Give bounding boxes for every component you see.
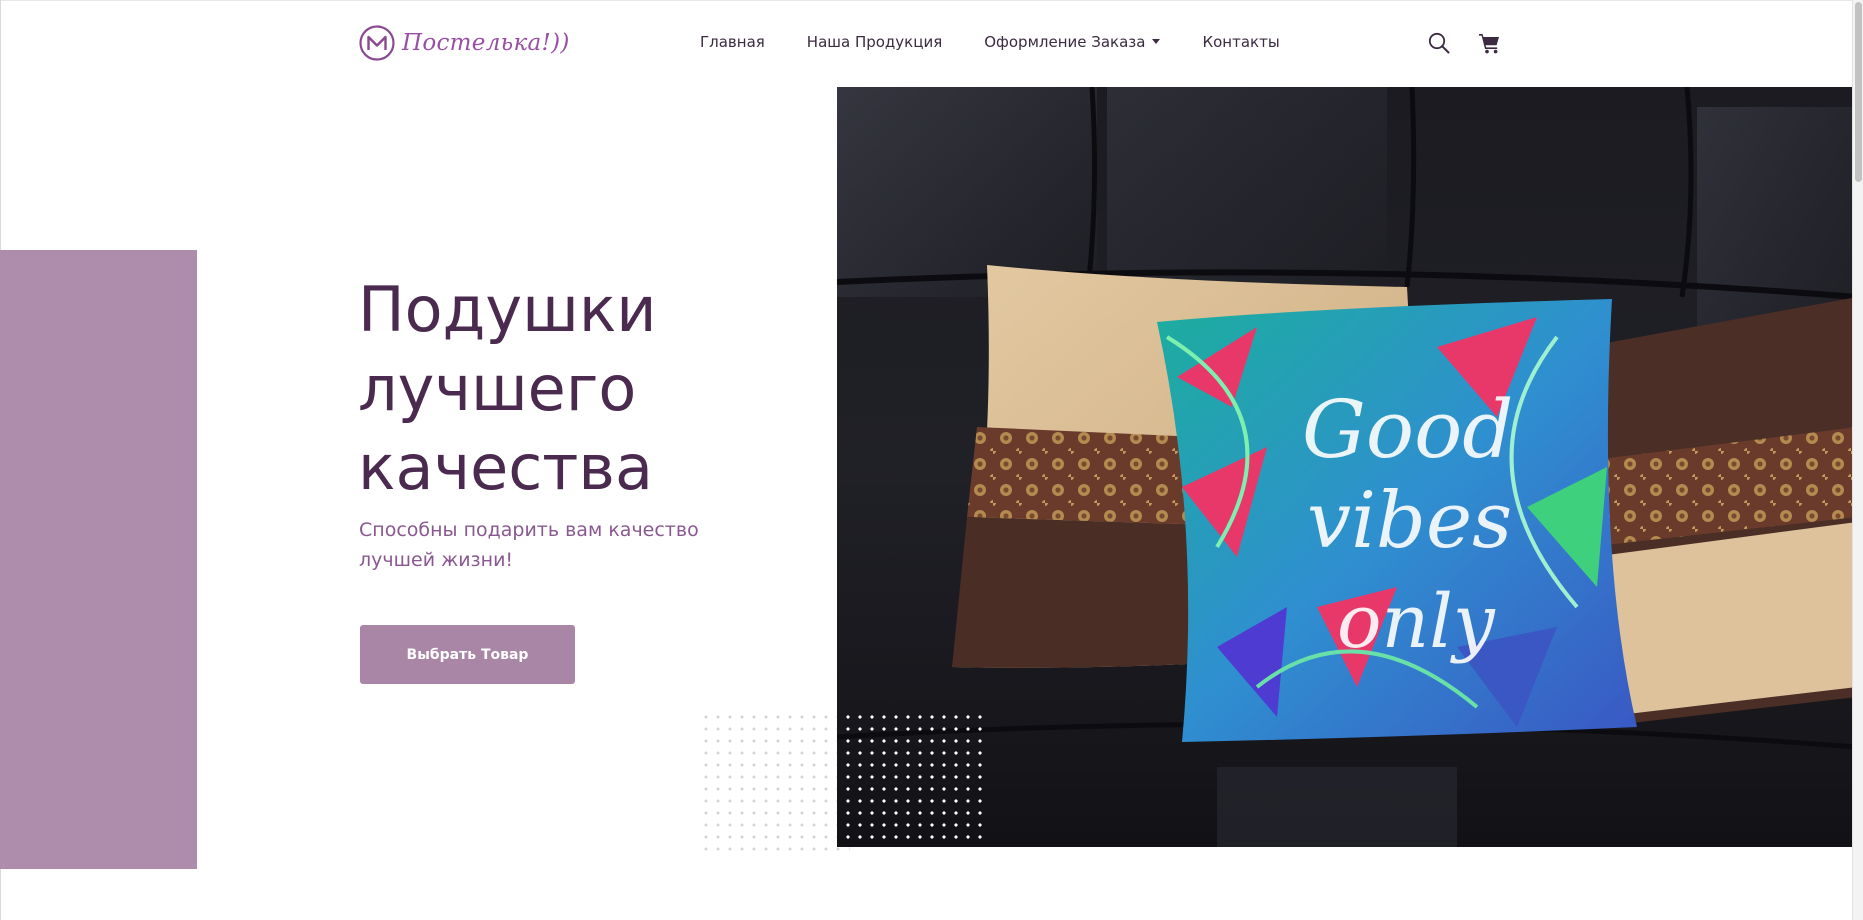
hero-subtitle: Способны подарить вам качество лучшей жи… bbox=[359, 519, 699, 571]
nav-item-home[interactable]: Главная bbox=[700, 33, 765, 51]
decorative-dot-grid bbox=[700, 711, 850, 851]
brand-logo[interactable]: Постелька!)) bbox=[358, 24, 570, 62]
choose-product-button[interactable]: Выбрать Товар bbox=[360, 625, 575, 684]
nav-item-products[interactable]: Наша Продукция bbox=[807, 33, 942, 51]
svg-text:vibes: vibes bbox=[1307, 476, 1512, 566]
brand-name: Постелька!)) bbox=[402, 30, 570, 56]
svg-text:only: only bbox=[1337, 579, 1496, 665]
search-icon[interactable] bbox=[1427, 31, 1451, 55]
scrollbar-thumb[interactable] bbox=[1855, 2, 1862, 182]
nav-item-contacts[interactable]: Контакты bbox=[1202, 33, 1279, 51]
main-nav: Главная Наша Продукция Оформление Заказа… bbox=[700, 33, 1280, 51]
cart-icon[interactable] bbox=[1478, 32, 1500, 54]
page-scrollbar[interactable] bbox=[1852, 0, 1863, 920]
hero-title-line-2: лучшего bbox=[358, 352, 637, 425]
decorative-dot-grid-white bbox=[842, 711, 982, 851]
hero-image-pillows: Good vibes only bbox=[837, 87, 1857, 847]
hero-title: Подушки лучшего качества bbox=[358, 270, 778, 507]
caret-down-icon bbox=[1152, 39, 1161, 44]
window-top-border bbox=[0, 0, 1863, 1]
nav-item-order-label: Оформление Заказа bbox=[984, 33, 1146, 51]
svg-text:Good: Good bbox=[1302, 383, 1513, 476]
hero-title-line-1: Подушки bbox=[358, 273, 657, 346]
hero-title-line-3: качества bbox=[358, 431, 653, 504]
logo-m-icon bbox=[359, 25, 395, 61]
decorative-purple-block bbox=[0, 250, 197, 869]
nav-item-order[interactable]: Оформление Заказа bbox=[984, 33, 1161, 51]
